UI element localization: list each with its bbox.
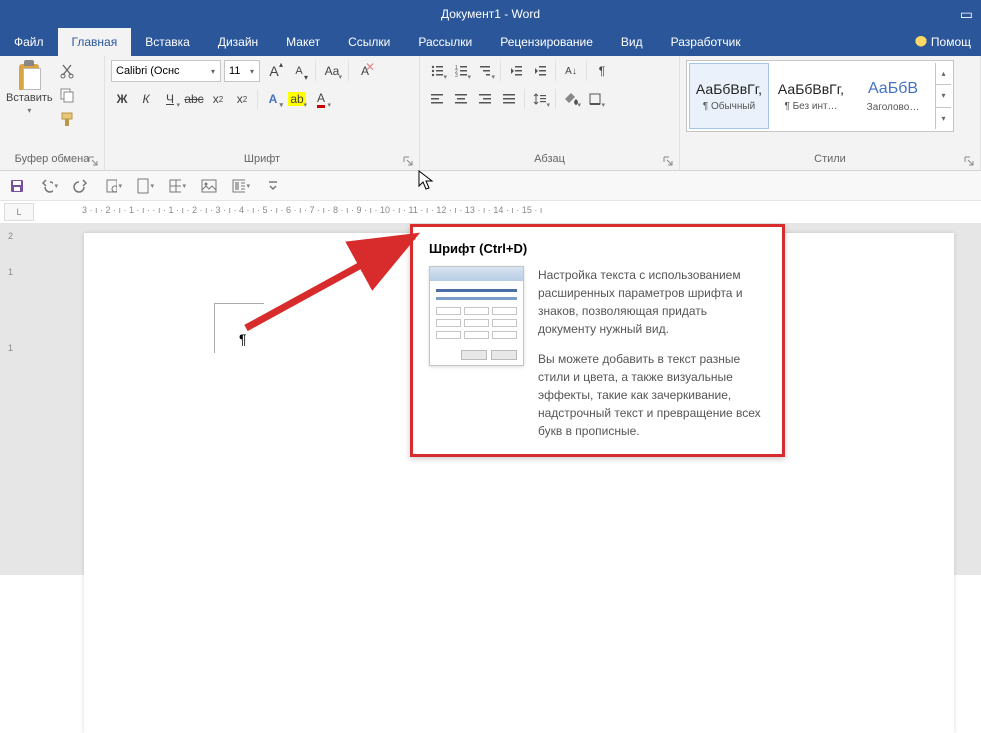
strikethrough-button[interactable]: abc [183, 88, 205, 110]
tab-design[interactable]: Дизайн [204, 28, 272, 56]
picture-button[interactable] [200, 177, 218, 195]
italic-button[interactable]: К [135, 88, 157, 110]
styles-gallery-scroll: ▴ ▾ ▾ [935, 63, 951, 129]
tell-me[interactable]: Помощ [905, 28, 981, 56]
format-painter-button[interactable] [57, 110, 77, 128]
font-name-select[interactable]: Calibri (Оснс▾ [111, 60, 221, 82]
align-left-button[interactable] [426, 88, 448, 110]
shading-button[interactable]: ▾ [560, 88, 582, 110]
window-title: Документ1 - Word [441, 7, 540, 21]
increase-indent-button[interactable] [529, 60, 551, 82]
tab-home[interactable]: Главная [58, 28, 132, 56]
align-center-button[interactable] [450, 88, 472, 110]
font-size-select[interactable]: 11▾ [224, 60, 260, 82]
group-clipboard: Вставить ▾ Буфер обмена [0, 56, 105, 170]
underline-button[interactable]: Ч▾ [159, 88, 181, 110]
decrease-font-size-button[interactable]: A▾ [288, 60, 310, 82]
style-heading1[interactable]: АаБбВ Заголово… [853, 63, 933, 129]
style-normal[interactable]: АаБбВвГг, ¶ Обычный [689, 63, 769, 129]
bullets-button[interactable]: ▾ [426, 60, 448, 82]
table-button[interactable]: ▾ [168, 177, 186, 195]
multilevel-list-button[interactable]: ▾ [474, 60, 496, 82]
print-preview-button[interactable]: ▾ [104, 177, 122, 195]
highlight-button[interactable]: ab▾ [286, 88, 308, 110]
paste-icon [15, 60, 43, 90]
text-effects-button[interactable]: A▾ [262, 88, 284, 110]
lightbulb-icon [915, 36, 927, 48]
cut-button[interactable] [57, 62, 77, 80]
paste-button[interactable]: Вставить ▾ [6, 60, 53, 115]
group-styles: АаБбВвГг, ¶ Обычный АаБбВвГг, ¶ Без инт…… [680, 56, 981, 170]
paragraph-mark-icon: ¶ [239, 331, 247, 347]
layout-button[interactable]: ▾ [232, 177, 250, 195]
group-label-styles: Стили [680, 150, 980, 170]
tell-me-label: Помощ [931, 35, 971, 49]
clipboard-dialog-launcher[interactable] [86, 154, 100, 168]
group-paragraph: ▾ 123▾ ▾ A↓ ¶ ▾ ▾ ▾ [420, 56, 680, 170]
ribbon-tabs: Файл Главная Вставка Дизайн Макет Ссылки… [0, 28, 981, 56]
superscript-button[interactable]: x2 [231, 88, 253, 110]
gallery-down-button[interactable]: ▾ [935, 84, 951, 106]
justify-button[interactable] [498, 88, 520, 110]
ruler-row: L 3 · ı · 2 · ı · 1 · ı · · ı · 1 · ı · … [0, 201, 981, 223]
group-label-paragraph: Абзац [420, 150, 679, 170]
style-no-spacing[interactable]: АаБбВвГг, ¶ Без инт… [771, 63, 851, 129]
gallery-up-button[interactable]: ▴ [935, 63, 951, 84]
group-font: Calibri (Оснс▾ 11▾ A▴ A▾ Aa▾ A✕ Ж К Ч▾ a… [105, 56, 420, 170]
subscript-button[interactable]: x2 [207, 88, 229, 110]
tooltip-title: Шрифт (Ctrl+D) [429, 241, 766, 256]
font-dialog-tooltip: Шрифт (Ctrl+D) Настройка текста с исполь… [410, 224, 785, 457]
styles-dialog-launcher[interactable] [962, 154, 976, 168]
numbering-button[interactable]: 123▾ [450, 60, 472, 82]
tab-selector[interactable]: L [4, 203, 34, 221]
save-button[interactable] [8, 177, 26, 195]
tab-developer[interactable]: Разработчик [657, 28, 755, 56]
tab-insert[interactable]: Вставка [131, 28, 204, 56]
margin-guide-v [214, 303, 215, 353]
sort-button[interactable]: A↓ [560, 60, 582, 82]
undo-button[interactable]: ▾ [40, 177, 58, 195]
ribbon: Вставить ▾ Буфер обмена Calibri (Оснс▾ 1… [0, 56, 981, 171]
font-color-button[interactable]: A▾ [310, 88, 332, 110]
increase-font-size-button[interactable]: A▴ [263, 60, 285, 82]
decrease-indent-button[interactable] [505, 60, 527, 82]
group-label-clipboard: Буфер обмена [0, 150, 104, 170]
paragraph-dialog-launcher[interactable] [661, 154, 675, 168]
gallery-more-button[interactable]: ▾ [935, 107, 951, 129]
change-case-button[interactable]: Aa▾ [321, 60, 343, 82]
title-bar: Документ1 - Word ▭ [0, 0, 981, 28]
line-spacing-button[interactable]: ▾ [529, 88, 551, 110]
align-right-button[interactable] [474, 88, 496, 110]
clear-formatting-button[interactable]: A✕ [354, 60, 376, 82]
ribbon-display-options-icon[interactable]: ▭ [960, 6, 973, 23]
show-marks-button[interactable]: ¶ [591, 60, 613, 82]
quick-access-toolbar: ▾ ▾ ▾ ▾ ▾ [0, 171, 981, 201]
font-dialog-launcher[interactable] [401, 154, 415, 168]
new-page-button[interactable]: ▾ [136, 177, 154, 195]
redo-button[interactable] [72, 177, 90, 195]
tab-mailings[interactable]: Рассылки [404, 28, 486, 56]
borders-button[interactable]: ▾ [584, 88, 606, 110]
copy-button[interactable] [57, 86, 77, 104]
tooltip-thumbnail [429, 266, 524, 366]
group-label-font: Шрифт [105, 150, 419, 170]
tab-file[interactable]: Файл [0, 28, 58, 56]
tab-layout[interactable]: Макет [272, 28, 334, 56]
paste-label: Вставить [6, 92, 53, 104]
svg-text:3: 3 [455, 73, 458, 78]
bold-button[interactable]: Ж [111, 88, 133, 110]
tooltip-text: Настройка текста с использованием расшир… [538, 266, 766, 440]
tab-references[interactable]: Ссылки [334, 28, 404, 56]
vertical-ruler[interactable]: 2 1 1 [4, 223, 24, 575]
tab-view[interactable]: Вид [607, 28, 657, 56]
margin-guide-h [214, 303, 264, 304]
tab-review[interactable]: Рецензирование [486, 28, 607, 56]
customize-qat-button[interactable] [264, 177, 282, 195]
styles-gallery: АаБбВвГг, ¶ Обычный АаБбВвГг, ¶ Без инт…… [686, 60, 954, 132]
